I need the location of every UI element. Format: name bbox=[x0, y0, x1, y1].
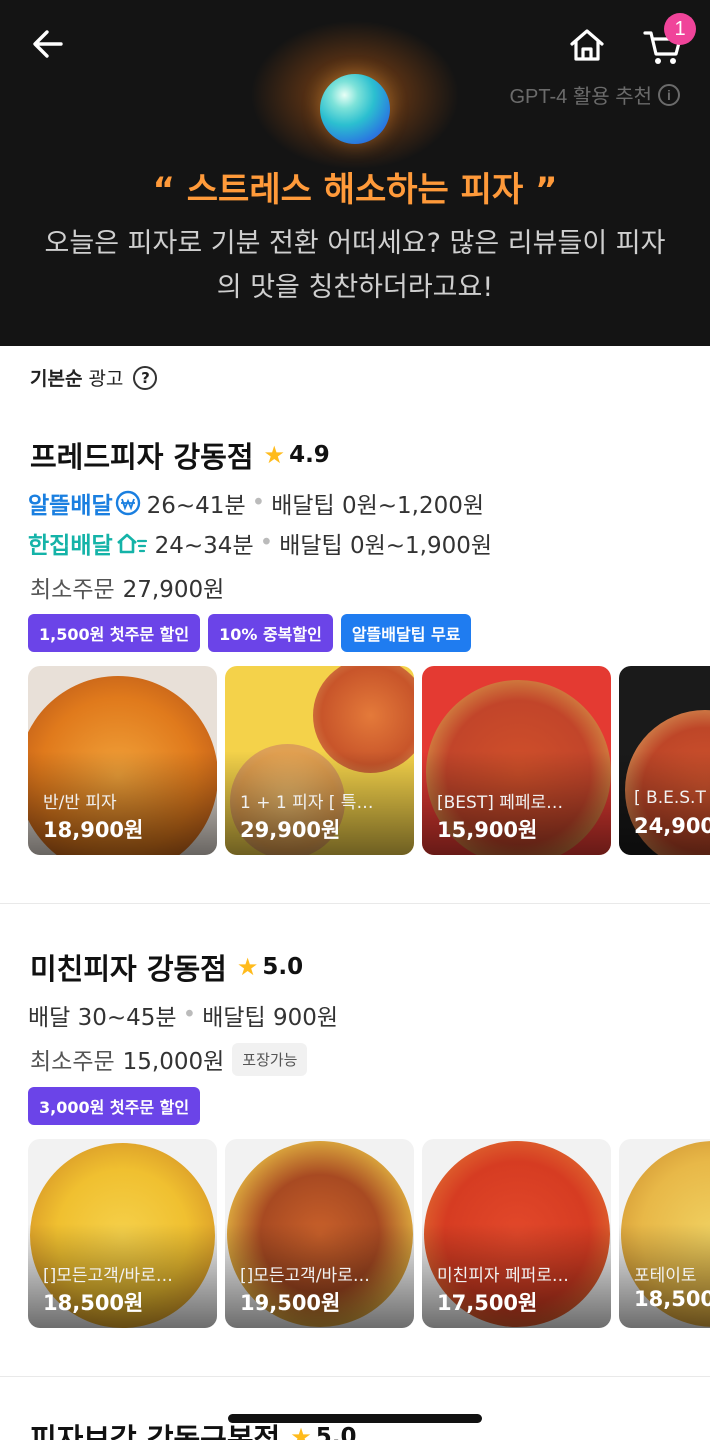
delivery-type: 알뜰배달 bbox=[28, 486, 141, 520]
home-icon bbox=[570, 29, 604, 61]
recommendation-headline: “ 스트레스 해소하는 피자 ” bbox=[152, 170, 558, 210]
min-order-row: 최소주문 15,000원 포장가능 bbox=[30, 1042, 308, 1076]
min-order-row: 최소주문 27,900원 bbox=[30, 570, 224, 604]
sort-dropdown[interactable]: 기본순 bbox=[30, 364, 82, 391]
menu-item-name: 1 + 1 피자 [ 특… bbox=[240, 793, 374, 813]
rating-value: 4.9 bbox=[289, 442, 330, 468]
menu-item-card[interactable]: 반/반 피자 18,900원 bbox=[28, 666, 217, 855]
help-icon[interactable]: ? bbox=[133, 365, 158, 390]
menu-item-price: 18,500 bbox=[634, 1287, 710, 1311]
delivery-option-row: 한집배달 24~34분 • 배달팁 0원~1,900원 bbox=[28, 526, 492, 560]
promo-tag: 3,000원 첫주문 할인 bbox=[28, 1087, 201, 1125]
star-icon: ★ bbox=[236, 953, 259, 981]
menu-item-price: 24,900 bbox=[634, 814, 710, 838]
delivery-type-label: 알뜰배달 bbox=[28, 493, 113, 519]
menu-item-price: 18,500원 bbox=[43, 1291, 144, 1315]
promo-tags: 1,500원 첫주문 할인 10% 중복할인 알뜰배달팁 무료 bbox=[28, 614, 472, 652]
menu-item-card[interactable]: []모든고객/바로… 18,500원 bbox=[28, 1139, 217, 1328]
menu-item-name: 포테이토 bbox=[634, 1266, 697, 1286]
store-name-row: 미친피자 강동점 ★ 5.0 bbox=[30, 946, 303, 988]
menu-item-card[interactable]: [ B.E.S.T 24,900 bbox=[619, 666, 710, 855]
menu-item-name: []모든고객/바로… bbox=[43, 1266, 173, 1286]
star-icon: ★ bbox=[290, 1423, 312, 1440]
delivery-type: 한집배달 bbox=[28, 526, 149, 560]
menu-item-price: 18,900원 bbox=[43, 818, 144, 842]
fast-home-icon bbox=[116, 533, 147, 554]
arrow-left-icon bbox=[33, 30, 63, 58]
menu-item-card[interactable]: []모든고객/바로… 19,500원 bbox=[225, 1139, 414, 1328]
menu-item-price: 29,900원 bbox=[240, 818, 341, 842]
rating-value: 5.0 bbox=[262, 954, 304, 980]
store-divider bbox=[0, 1376, 710, 1377]
store-divider bbox=[0, 903, 710, 904]
menu-item-name: 반/반 피자 bbox=[43, 793, 117, 813]
home-indicator[interactable] bbox=[228, 1414, 482, 1423]
min-order-label: 최소주문 bbox=[30, 577, 115, 603]
info-icon[interactable]: i bbox=[658, 83, 680, 106]
menu-item-card[interactable]: [BEST] 페페로… 15,900원 bbox=[422, 666, 611, 855]
ai-orb-icon bbox=[320, 74, 390, 144]
promo-tag: 알뜰배달팁 무료 bbox=[340, 614, 472, 652]
promo-tag: 10% 중복할인 bbox=[208, 614, 333, 652]
store-rating: ★ 5.0 bbox=[237, 953, 303, 981]
menu-item-card[interactable]: 1 + 1 피자 [ 특… 29,900원 bbox=[225, 666, 414, 855]
gpt-label-text: GPT-4 활용 추천 bbox=[509, 86, 652, 108]
menu-item-price: 19,500원 bbox=[240, 1291, 341, 1315]
promo-tags: 3,000원 첫주문 할인 bbox=[28, 1087, 201, 1125]
star-icon: ★ bbox=[263, 441, 286, 469]
store-rating: ★ 5.0 bbox=[290, 1423, 356, 1440]
delivery-time: 24~34분 bbox=[154, 533, 254, 559]
back-button[interactable] bbox=[26, 22, 70, 66]
separator-dot: • bbox=[251, 490, 266, 516]
store-rating: ★ 4.9 bbox=[264, 441, 330, 469]
separator-dot: • bbox=[259, 530, 274, 556]
menu-carousel[interactable]: []모든고객/바로… 18,500원 []모든고객/바로… 19,500원 미친… bbox=[28, 1139, 710, 1329]
menu-item-price: 17,500원 bbox=[437, 1291, 538, 1315]
sort-row: 기본순 광고 ? bbox=[30, 364, 158, 391]
min-order-value: 15,000원 bbox=[122, 1049, 225, 1075]
min-order-label: 최소주문 bbox=[30, 1049, 115, 1075]
menu-item-price: 15,900원 bbox=[437, 818, 538, 842]
menu-item-name: [ B.E.S.T bbox=[634, 788, 706, 808]
menu-carousel[interactable]: 반/반 피자 18,900원 1 + 1 피자 [ 특… 29,900원 [BE… bbox=[28, 666, 710, 856]
ad-label: 광고 bbox=[88, 368, 124, 390]
separator-dot: • bbox=[182, 1002, 197, 1028]
menu-item-name: [BEST] 페페로… bbox=[437, 793, 564, 813]
delivery-time: 26~41분 bbox=[146, 493, 246, 519]
cart-count-badge: 1 bbox=[664, 13, 696, 45]
recommendation-header: 1 GPT-4 활용 추천 i “ 스트레스 해소하는 피자 ” 오늘은 피자로… bbox=[0, 0, 710, 346]
menu-item-name: 미친피자 페퍼로… bbox=[437, 1266, 569, 1286]
delivery-type-label: 한집배달 bbox=[28, 533, 113, 559]
store-name: 프레드피자 강동점 bbox=[30, 440, 254, 474]
promo-tag: 1,500원 첫주문 할인 bbox=[28, 614, 201, 652]
gpt-recommendation-label[interactable]: GPT-4 활용 추천 i bbox=[509, 80, 680, 109]
delivery-time: 배달 30~45분 bbox=[28, 1005, 177, 1031]
store-name: 미친피자 강동점 bbox=[30, 952, 227, 986]
store-name-row: 프레드피자 강동점 ★ 4.9 bbox=[30, 434, 330, 476]
menu-item-name: []모든고객/바로… bbox=[240, 1266, 370, 1286]
recommendation-subtext: 오늘은 피자로 기분 전환 어떠세요? 많은 리뷰들이 피자의 맛을 칭찬하더라… bbox=[44, 228, 666, 303]
rating-value: 5.0 bbox=[315, 1424, 357, 1440]
won-coin-icon bbox=[115, 490, 140, 516]
delivery-option-row: 알뜰배달 26~41분 • 배달팁 0원~1,200원 bbox=[28, 486, 484, 520]
delivery-fee: 배달팁 900원 bbox=[202, 1005, 339, 1031]
menu-item-card[interactable]: 미친피자 페퍼로… 17,500원 bbox=[422, 1139, 611, 1328]
delivery-fee: 배달팁 0원~1,200원 bbox=[271, 493, 485, 519]
delivery-fee: 배달팁 0원~1,900원 bbox=[279, 533, 493, 559]
takeout-tag: 포장가능 bbox=[232, 1042, 308, 1076]
home-button[interactable] bbox=[564, 22, 610, 68]
delivery-info-row: 배달 30~45분 • 배달팁 900원 bbox=[28, 998, 338, 1032]
min-order-value: 27,900원 bbox=[122, 577, 225, 603]
menu-item-card[interactable]: 포테이토 18,500 bbox=[619, 1139, 710, 1328]
